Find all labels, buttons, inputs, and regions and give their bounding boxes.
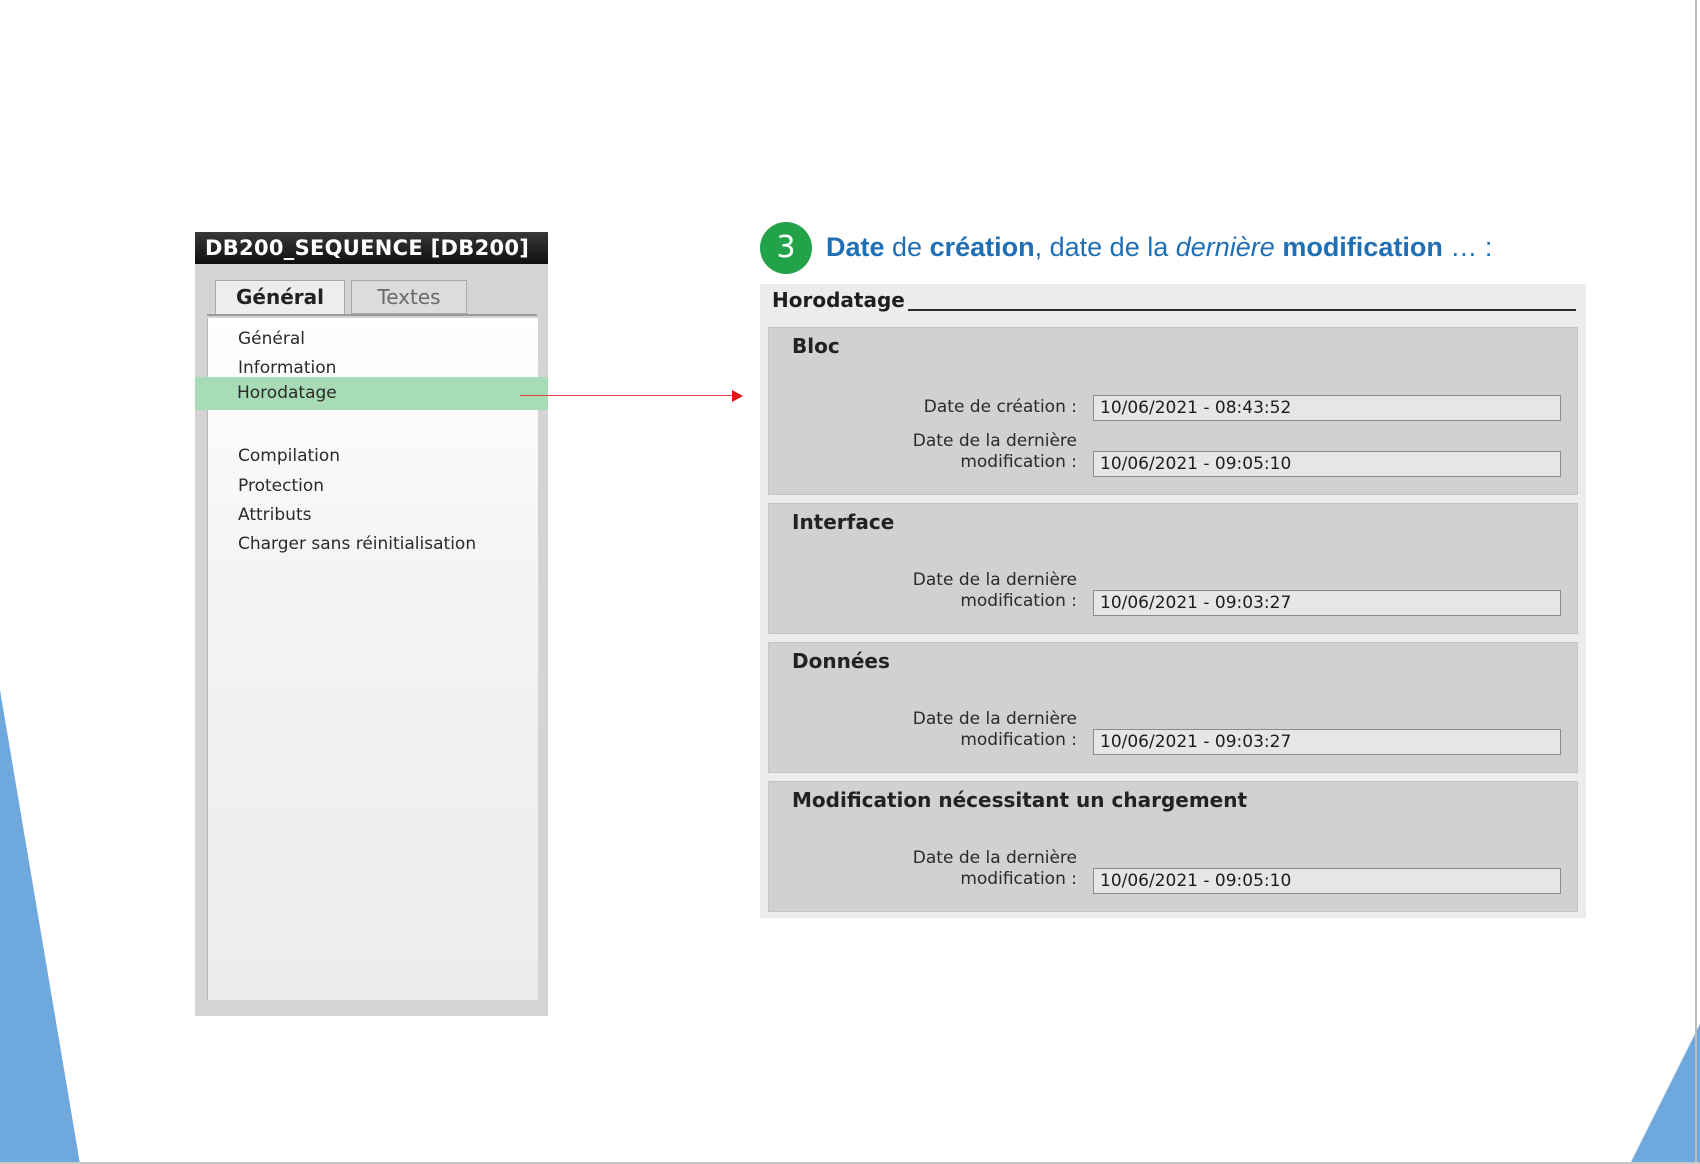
heading-part: Date <box>826 232 885 262</box>
panel-title: DB200_SEQUENCE [DB200] <box>195 232 548 264</box>
pointer-arrow-line <box>520 395 738 396</box>
heading-part: de <box>884 232 930 262</box>
nav-item-information[interactable]: Information <box>238 357 336 379</box>
properties-panel: DB200_SEQUENCE [DB200] Général Textes Gé… <box>195 232 548 1016</box>
section-donnees: Données Date de la dernière 10/06/2021 -… <box>768 642 1578 773</box>
creation-date-field[interactable]: 10/06/2021 - 08:43:52 <box>1093 395 1561 421</box>
field-label: Date de création : <box>923 397 1077 417</box>
donnees-modification-date-field[interactable]: 10/06/2021 - 09:03:27 <box>1093 729 1561 755</box>
heading-part: création <box>929 232 1035 262</box>
heading-part: , date de la <box>1034 232 1176 262</box>
field-label-line2: modification : <box>960 452 1077 472</box>
section-title: Bloc <box>792 334 840 358</box>
decorative-right-triangle <box>1630 1024 1700 1164</box>
field-label-line2: modification : <box>960 869 1077 889</box>
section-title: Interface <box>792 510 895 534</box>
field-label-line2: modification : <box>960 591 1077 611</box>
section-bloc: Bloc Date de création : 10/06/2021 - 08:… <box>768 327 1578 495</box>
section-modification-chargement: Modification nécessitant un chargement D… <box>768 781 1578 912</box>
callout-heading: Date de création, date de la dernière mo… <box>826 232 1492 263</box>
horodatage-panel: Horodatage Bloc Date de création : 10/06… <box>760 284 1586 918</box>
nav-item-attributs[interactable]: Attributs <box>238 504 311 526</box>
chargement-modification-date-field[interactable]: 10/06/2021 - 09:05:10 <box>1093 868 1561 894</box>
step-number-badge: 3 <box>760 222 812 274</box>
tab-general[interactable]: Général <box>215 280 345 316</box>
field-label-line1: Date de la dernière <box>912 709 1077 729</box>
section-title: Données <box>792 649 890 673</box>
horodatage-panel-title: Horodatage <box>772 288 905 312</box>
tab-divider <box>207 314 537 316</box>
decorative-left-triangle <box>0 690 80 1164</box>
field-label-line2: modification : <box>960 730 1077 750</box>
tab-textes[interactable]: Textes <box>351 280 467 314</box>
slide-right-border <box>1695 0 1697 1164</box>
nav-item-horodatage[interactable]: Horodatage <box>195 377 548 410</box>
navigation-list: Général Information Compilation Protecti… <box>207 318 538 1000</box>
nav-item-horodatage-label: Horodatage <box>237 383 337 403</box>
heading-part: modification <box>1282 232 1443 262</box>
interface-modification-date-field[interactable]: 10/06/2021 - 09:03:27 <box>1093 590 1561 616</box>
heading-part: … : <box>1442 232 1493 262</box>
section-title: Modification nécessitant un chargement <box>792 788 1248 812</box>
pointer-arrow-head <box>732 390 743 402</box>
section-interface: Interface Date de la dernière 10/06/2021… <box>768 503 1578 634</box>
field-label-line1: Date de la dernière <box>912 570 1077 590</box>
title-underline <box>908 309 1576 311</box>
nav-item-compilation[interactable]: Compilation <box>238 445 340 467</box>
last-modification-date-field[interactable]: 10/06/2021 - 09:05:10 <box>1093 451 1561 477</box>
field-label-line1: Date de la dernière <box>912 848 1077 868</box>
nav-item-general[interactable]: Général <box>238 328 305 350</box>
field-label-line1: Date de la dernière <box>912 431 1077 451</box>
heading-part: dernière <box>1175 232 1275 262</box>
nav-item-charger-sans-reinitialisation[interactable]: Charger sans réinitialisation <box>238 533 476 555</box>
nav-item-protection[interactable]: Protection <box>238 475 324 497</box>
